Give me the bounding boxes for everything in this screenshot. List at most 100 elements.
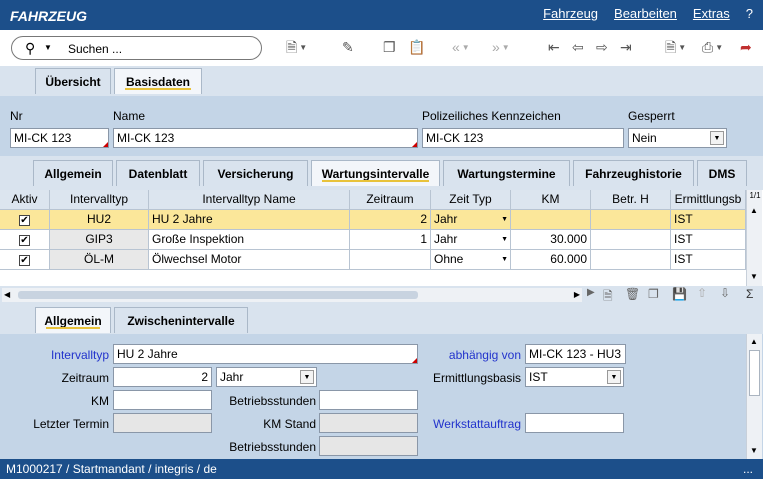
intervalltyp-link[interactable]: Intervalltyp [10, 348, 109, 362]
search-icon[interactable]: ⚲ [25, 40, 35, 57]
tab-datenblatt[interactable]: Datenblatt [116, 160, 200, 186]
col-aktiv[interactable]: Aktiv [0, 190, 50, 210]
aktiv-cell[interactable]: ✔ [0, 250, 50, 270]
col-intervalltyp-name[interactable]: Intervalltyp Name [149, 190, 350, 210]
scroll-left-icon[interactable]: ◀ [4, 290, 10, 299]
name-cell: Große Inspektion [149, 230, 350, 250]
scroll-down-icon[interactable]: ▼ [750, 272, 758, 281]
forward-double-icon[interactable]: » ▼ [492, 38, 510, 57]
tab-uebersicht[interactable]: Übersicht [35, 68, 111, 94]
km-field[interactable] [113, 390, 212, 410]
kennzeichen-field[interactable]: MI-CK 123 [422, 128, 624, 148]
chevron-down-icon[interactable]: ▼ [710, 131, 724, 145]
col-zeit-typ[interactable]: Zeit Typ [431, 190, 511, 210]
search-input[interactable]: Suchen ... [68, 42, 122, 56]
zeitraum-typ-select[interactable]: Jahr ▼ [216, 367, 317, 387]
delete-row-icon[interactable]: 🗑 [625, 287, 640, 301]
export-icon[interactable]: 🗎 ▼ [665, 38, 686, 57]
tab-fahrzeughistorie[interactable]: Fahrzeughistorie [573, 160, 694, 186]
col-km[interactable]: KM [511, 190, 591, 210]
scroll-down-icon[interactable]: ▼ [750, 446, 758, 455]
sum-icon[interactable]: Σ [746, 287, 753, 301]
chevron-down-icon[interactable]: ▼ [501, 256, 508, 263]
chevron-down-icon[interactable]: ▼ [300, 370, 314, 384]
col-intervalltyp[interactable]: Intervalltyp [50, 190, 149, 210]
werkstattauftrag-field[interactable] [525, 413, 624, 433]
exit-icon[interactable]: ➦ [740, 38, 752, 56]
menu-extras[interactable]: Extras [693, 6, 730, 21]
last-record-icon[interactable]: ⇥ [620, 38, 632, 56]
intervalltyp-field[interactable]: HU 2 Jahre [113, 344, 418, 364]
tab-allgemein[interactable]: Allgemein [33, 160, 113, 186]
col-zeitraum[interactable]: Zeitraum [350, 190, 431, 210]
grid-horizontal-scrollbar[interactable]: ◀ ▶ [2, 288, 582, 302]
previous-record-icon[interactable]: ⇦ [572, 38, 584, 56]
col-betr-h[interactable]: Betr. H [591, 190, 671, 210]
zeittyp-cell[interactable]: Jahr ▼ [431, 210, 511, 230]
search-box[interactable]: ⚲ ▼ Suchen ... [11, 36, 262, 60]
tab-label: Versicherung [217, 166, 294, 181]
detail-vertical-scrollbar[interactable]: ▲ ▼ [746, 334, 762, 459]
status-more[interactable]: ... [743, 462, 753, 476]
tab-basisdaten[interactable]: Basisdaten [114, 68, 202, 94]
name-field[interactable]: MI-CK 123 [113, 128, 418, 148]
tab-underline [46, 327, 100, 329]
tab-detail-allgemein[interactable]: Allgemein [35, 307, 111, 333]
aktiv-cell[interactable]: ✔ [0, 210, 50, 230]
zeittyp-cell[interactable]: Jahr ▼ [431, 230, 511, 250]
scroll-thumb[interactable] [18, 291, 418, 299]
tab-wartungstermine[interactable]: Wartungstermine [443, 160, 570, 186]
ermittlung-select[interactable]: IST ▼ [525, 367, 624, 387]
betriebsstunden-field[interactable] [319, 390, 418, 410]
zeittyp-cell[interactable]: Ohne ▼ [431, 250, 511, 270]
first-record-icon[interactable]: ⇤ [548, 38, 560, 56]
gesperrt-select[interactable]: Nein ▼ [628, 128, 727, 148]
edit-icon[interactable]: ✎ [342, 38, 354, 56]
abhaengig-field[interactable]: MI-CK 123 - HU3 [525, 344, 626, 364]
abhaengig-link[interactable]: abhängig von [422, 348, 521, 362]
tab-versicherung[interactable]: Versicherung [203, 160, 308, 186]
tab-dms[interactable]: DMS [697, 160, 747, 186]
new-document-icon[interactable]: 🗎 ▼ [286, 38, 307, 57]
nr-value: MI-CK 123 [14, 131, 72, 145]
gesperrt-label: Gesperrt [628, 109, 675, 123]
menu-help[interactable]: ? [746, 6, 753, 21]
scroll-up-icon[interactable]: ▲ [750, 337, 758, 346]
scroll-up-icon[interactable]: ▲ [750, 206, 758, 215]
move-down-icon[interactable]: ⇩ [720, 286, 730, 300]
chevron-down-icon[interactable]: ▼ [501, 236, 508, 243]
table-row[interactable]: ✔ HU2 HU 2 Jahre 2 Jahr ▼ IST [0, 210, 746, 230]
chevron-down-icon[interactable]: ▼ [44, 43, 52, 52]
chevron-down-icon[interactable]: ▼ [501, 216, 508, 223]
zeitraum-field[interactable]: 2 [113, 367, 212, 387]
next-record-icon[interactable]: ⇨ [596, 38, 608, 56]
scroll-right-icon[interactable]: ▶ [574, 290, 580, 299]
print-icon[interactable]: ⎙ ▼ [702, 38, 723, 57]
save-row-icon[interactable]: 💾 [672, 287, 687, 301]
move-up-icon[interactable]: ⇧ [697, 286, 707, 300]
copy-icon[interactable]: ❐ [383, 38, 396, 56]
col-ermittlung[interactable]: Ermittlungsb [671, 190, 746, 210]
checkbox[interactable]: ✔ [19, 255, 30, 266]
checkbox[interactable]: ✔ [19, 215, 30, 226]
chevron-down-icon[interactable]: ▼ [607, 370, 621, 384]
menu-fahrzeug[interactable]: Fahrzeug [543, 6, 598, 21]
play-icon[interactable]: ▶ [587, 287, 595, 298]
werkstattauftrag-link[interactable]: Werkstattauftrag [395, 417, 521, 431]
tab-wartungsintervalle[interactable]: Wartungsintervalle [311, 160, 440, 186]
checkbox[interactable]: ✔ [19, 235, 30, 246]
paste-icon[interactable]: 📋 [408, 38, 425, 56]
tab-zwischenintervalle[interactable]: Zwischenintervalle [114, 307, 248, 333]
zeitraum-cell [350, 250, 431, 270]
grid-header: Aktiv Intervalltyp Intervalltyp Name Zei… [0, 190, 746, 210]
scroll-thumb[interactable] [749, 350, 760, 396]
back-double-icon[interactable]: «▼ [452, 38, 470, 57]
aktiv-cell[interactable]: ✔ [0, 230, 50, 250]
grid-vertical-scrollbar[interactable]: 1/1 ▲ ▼ [746, 190, 762, 286]
menu-bearbeiten[interactable]: Bearbeiten [614, 6, 677, 21]
table-row[interactable]: ✔ GIP3 Große Inspektion 1 Jahr ▼ 30.000 I… [0, 230, 746, 250]
table-row[interactable]: ✔ ÖL-M Ölwechsel Motor Ohne ▼ 60.000 IST [0, 250, 746, 270]
nr-field[interactable]: MI-CK 123 [10, 128, 109, 148]
copy-row-icon[interactable]: ❐ [648, 287, 659, 301]
betriebsstunden-stand-label: Betriebsstunden [229, 440, 316, 454]
